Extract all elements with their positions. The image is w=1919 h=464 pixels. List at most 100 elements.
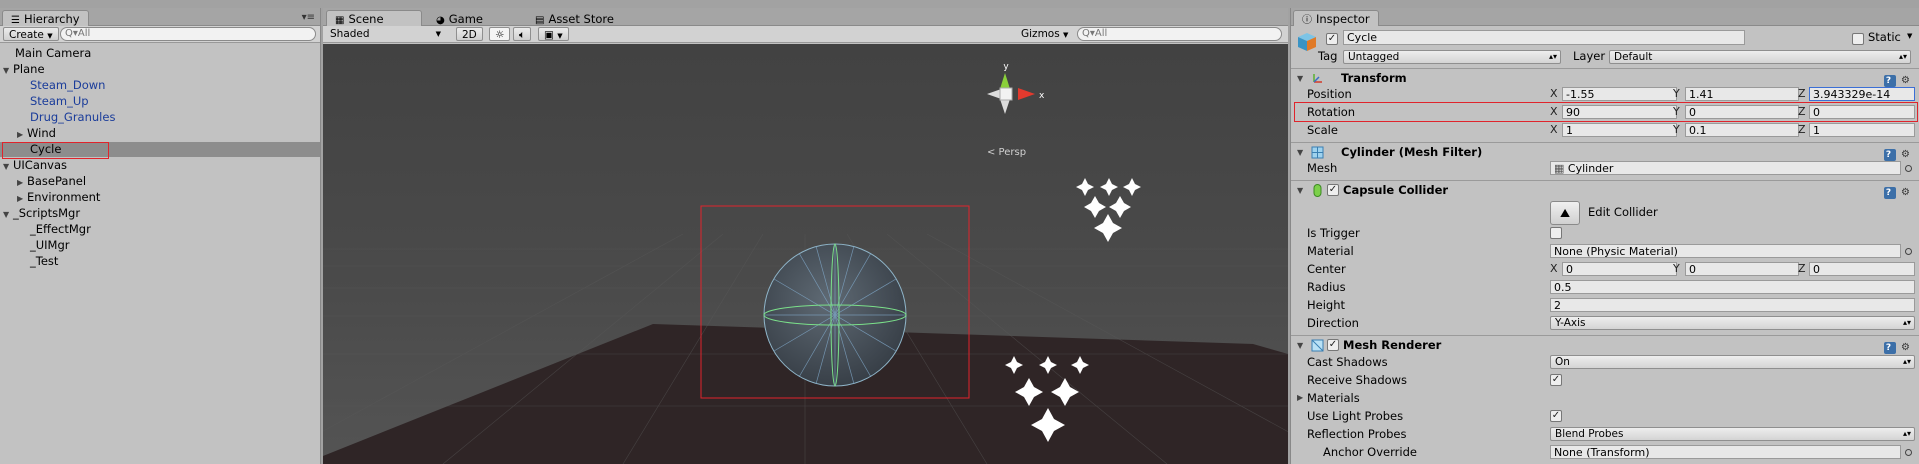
rotation-x-field[interactable]: 90 (1562, 105, 1677, 119)
edit-collider-button[interactable]: ⛰ (1550, 201, 1580, 225)
object-picker-icon[interactable] (1905, 449, 1912, 456)
scene-viewport[interactable]: y x < Persp (323, 44, 1288, 464)
lighting-toggle-button[interactable]: ☼ (489, 27, 511, 41)
receive-shadows-checkbox[interactable]: ✓ (1550, 374, 1562, 386)
expand-arrow-icon[interactable]: ▼ (3, 159, 13, 174)
direction-dropdown[interactable]: Y-Axis ▴▾ (1550, 316, 1915, 330)
inspector-panel: ⓘ Inspector ✓ Cycle Static ▼ Tag Untagged… (1290, 8, 1919, 464)
tree-item-drug-granules[interactable]: Drug_Granules (30, 110, 115, 125)
effects-dropdown[interactable]: ▣ ▼ (538, 27, 569, 41)
use-light-probes-checkbox[interactable]: ✓ (1550, 410, 1562, 422)
tree-item-wind[interactable]: ▶ Wind (17, 126, 56, 141)
active-checkbox[interactable]: ✓ (1326, 33, 1338, 45)
tab-game[interactable]: ◕ Game (427, 10, 492, 26)
object-picker-icon[interactable] (1905, 165, 1912, 172)
reflection-probes-dropdown[interactable]: Blend Probes ▴▾ (1550, 427, 1915, 441)
anchor-override-field[interactable]: None (Transform) (1550, 445, 1901, 459)
image-icon: ▣ (544, 29, 554, 41)
tree-item-basepanel[interactable]: ▶ BasePanel (17, 174, 86, 189)
shading-mode-dropdown[interactable]: Shaded ▼ (325, 27, 445, 41)
position-x-field[interactable]: -1.55 (1562, 87, 1677, 101)
collapse-arrow-icon[interactable]: ▶ (1297, 389, 1303, 407)
scene-toolbar: Shaded ▼ 2D ☼ 🔈︎ ▣ ▼ Gizmos ▼ Q▾All (323, 26, 1288, 43)
scale-y-field[interactable]: 0.1 (1685, 123, 1799, 137)
materials-row[interactable]: ▶ Materials (1291, 389, 1919, 407)
scene-panel: ▦ Scene ◕ Game ▤ Asset Store Shaded ▼ 2D ☼ … (323, 8, 1288, 464)
position-y-field[interactable]: 1.41 (1685, 87, 1799, 101)
mesh-renderer-enabled-checkbox[interactable]: ✓ (1327, 339, 1339, 351)
reflection-probes-row: Reflection Probes Blend Probes ▴▾ (1291, 425, 1919, 443)
panel-menu-icon[interactable]: ▾≡ (302, 12, 315, 23)
toggle-2d-button[interactable]: 2D (456, 27, 483, 41)
height-field[interactable]: 2 (1550, 298, 1915, 312)
tab-hierarchy[interactable]: ☰ Hierarchy (2, 10, 89, 26)
center-x-field[interactable]: 0 (1562, 262, 1677, 276)
tag-dropdown[interactable]: Untagged ▴▾ (1343, 50, 1561, 64)
tree-item-uicanvas[interactable]: ▼ UICanvas (3, 158, 67, 173)
scene-canvas[interactable]: y x < Persp (323, 44, 1288, 464)
direction-row: Direction Y-Axis ▴▾ (1291, 314, 1919, 332)
scene-search-input[interactable]: Q▾All (1077, 27, 1282, 41)
material-row: Material None (Physic Material) (1291, 242, 1919, 260)
persp-label[interactable]: < Persp (987, 147, 1026, 158)
tree-item-steam-up[interactable]: Steam_Up (30, 94, 89, 109)
cast-shadows-dropdown[interactable]: On ▴▾ (1550, 355, 1915, 369)
object-name-field[interactable]: Cycle (1343, 30, 1745, 45)
collapse-arrow-icon[interactable]: ▶ (17, 191, 27, 206)
mesh-renderer-header[interactable]: ▼ ✓ Mesh Renderer ? ⚙ (1291, 335, 1919, 354)
tab-inspector[interactable]: ⓘ Inspector (1293, 10, 1379, 26)
static-checkbox[interactable] (1852, 33, 1864, 45)
collapse-arrow-icon[interactable]: ▶ (17, 175, 27, 190)
layer-label: Layer (1573, 49, 1606, 63)
hierarchy-toolbar: Create ▼ Q▾All (0, 26, 320, 43)
tab-asset-store[interactable]: ▤ Asset Store (526, 10, 623, 26)
expand-arrow-icon[interactable]: ▼ (3, 63, 13, 78)
material-object-field[interactable]: None (Physic Material) (1550, 244, 1901, 258)
object-picker-icon[interactable] (1905, 248, 1912, 255)
is-trigger-checkbox[interactable] (1550, 227, 1562, 239)
radius-field[interactable]: 0.5 (1550, 280, 1915, 294)
tree-item-effectmgr[interactable]: _EffectMgr (30, 222, 91, 237)
component-help-settings-icons[interactable]: ? ⚙ (1883, 183, 1912, 202)
hierarchy-search-input[interactable]: Q▾All (60, 27, 316, 41)
mesh-object-field[interactable]: ▦ Cylinder (1550, 161, 1901, 175)
expand-arrow-icon[interactable]: ▼ (3, 207, 13, 222)
scale-row: Scale X 1 Y 0.1 Z 1 (1291, 121, 1919, 139)
tab-scene[interactable]: ▦ Scene (326, 10, 422, 26)
collapse-arrow-icon[interactable]: ▶ (17, 127, 27, 142)
position-z-field[interactable]: 3.943329e-14 (1809, 87, 1915, 101)
tree-item-scriptsmgr[interactable]: ▼ _ScriptsMgr (3, 206, 80, 221)
help-icon[interactable]: ? (1883, 187, 1896, 199)
gizmos-dropdown[interactable]: Gizmos ▼ (1016, 27, 1073, 41)
rotation-z-field[interactable]: 0 (1809, 105, 1915, 119)
tree-item-steam-down[interactable]: Steam_Down (30, 78, 105, 93)
chevron-down-icon[interactable]: ▼ (1907, 32, 1912, 40)
scale-z-field[interactable]: 1 (1809, 123, 1915, 137)
gizmo-center[interactable] (999, 87, 1013, 101)
capsule-collider-enabled-checkbox[interactable]: ✓ (1327, 184, 1339, 196)
tree-item-main-camera[interactable]: Main Camera (15, 46, 91, 61)
use-light-probes-row: Use Light Probes ✓ (1307, 409, 1562, 423)
gear-icon[interactable]: ⚙ (1901, 342, 1912, 353)
chevron-down-icon: ▼ (435, 30, 441, 38)
capsule-collider-header[interactable]: ▼ ✓ Capsule Collider ? ⚙ (1291, 180, 1919, 199)
mesh-renderer-icon (1311, 339, 1324, 352)
layer-dropdown[interactable]: Default ▴▾ (1609, 50, 1911, 64)
rotation-y-field[interactable]: 0 (1685, 105, 1799, 119)
tag-label: Tag (1318, 49, 1338, 63)
tree-item-plane[interactable]: ▼ Plane (3, 62, 45, 77)
tree-item-environment[interactable]: ▶ Environment (17, 190, 100, 205)
center-y-field[interactable]: 0 (1685, 262, 1799, 276)
gear-icon[interactable]: ⚙ (1901, 187, 1912, 198)
expand-arrow-icon[interactable]: ▼ (1297, 181, 1303, 200)
scale-x-field[interactable]: 1 (1562, 123, 1677, 137)
tree-item-test[interactable]: _Test (30, 254, 58, 269)
tree-item-uimgr[interactable]: _UIMgr (30, 238, 70, 253)
center-z-field[interactable]: 0 (1809, 262, 1915, 276)
center-row: Center X 0 Y 0 Z 0 (1291, 260, 1919, 278)
create-button[interactable]: Create ▼ (3, 27, 59, 41)
height-row: Height 2 (1291, 296, 1919, 314)
tree-item-cycle[interactable]: Cycle (0, 142, 320, 157)
audio-toggle-button[interactable]: 🔈︎ (513, 27, 532, 41)
cycle-object[interactable] (763, 243, 907, 387)
